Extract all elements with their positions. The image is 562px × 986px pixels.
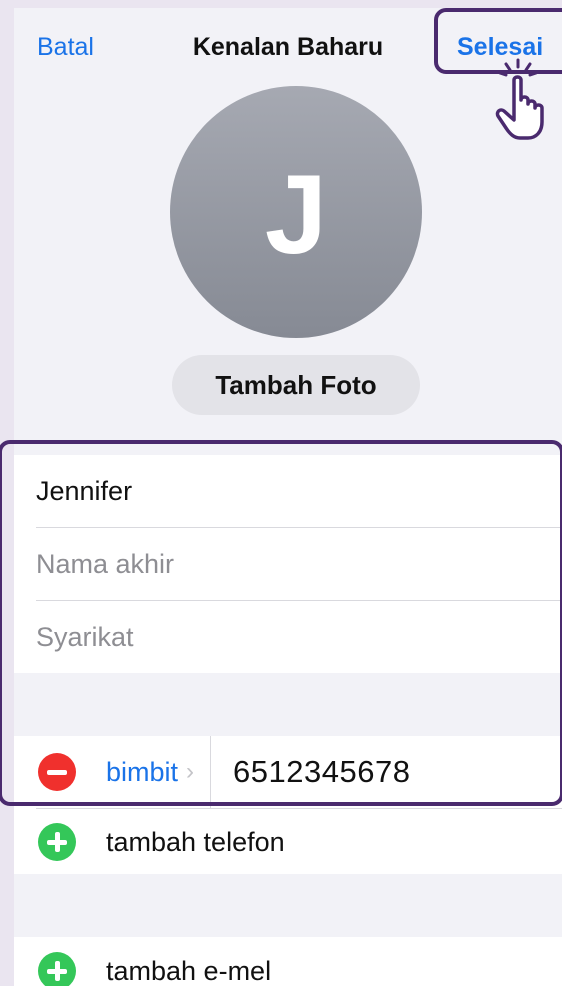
add-email-row[interactable]: tambah e-mel [38,937,562,986]
tap-hand-icon [495,58,544,140]
avatar[interactable]: J [170,86,422,338]
add-photo-button[interactable]: Tambah Foto [172,355,420,415]
phone-group: bimbit › 6512345678 tambah telefon [14,736,562,874]
add-phone-label: tambah telefon [106,826,285,857]
divider [210,736,212,808]
plus-circle-icon[interactable] [38,823,76,861]
last-name-field[interactable]: Nama akhir [36,528,562,600]
first-name-field[interactable]: Jennifer [36,455,562,527]
phone-number-field[interactable]: 6512345678 [233,754,410,790]
avatar-initial: J [264,152,328,277]
plus-circle-icon[interactable] [38,952,76,986]
last-name-placeholder: Nama akhir [36,548,175,579]
name-fields-group: Jennifer Nama akhir Syarikat [14,455,562,673]
phone-type-label[interactable]: bimbit [106,757,178,788]
new-contact-screen: Batal Kenalan Baharu Selesai J Tambah Fo… [14,8,562,986]
company-placeholder: Syarikat [36,621,134,652]
company-field[interactable]: Syarikat [36,601,562,673]
minus-circle-icon[interactable] [38,753,76,791]
cancel-button[interactable]: Batal [37,33,94,62]
email-group: tambah e-mel [14,937,562,986]
add-phone-row[interactable]: tambah telefon [38,806,562,878]
add-email-label: tambah e-mel [106,955,272,986]
first-name-value: Jennifer [36,475,133,506]
phone-row: bimbit › 6512345678 [38,736,562,808]
chevron-right-icon: › [186,758,195,785]
